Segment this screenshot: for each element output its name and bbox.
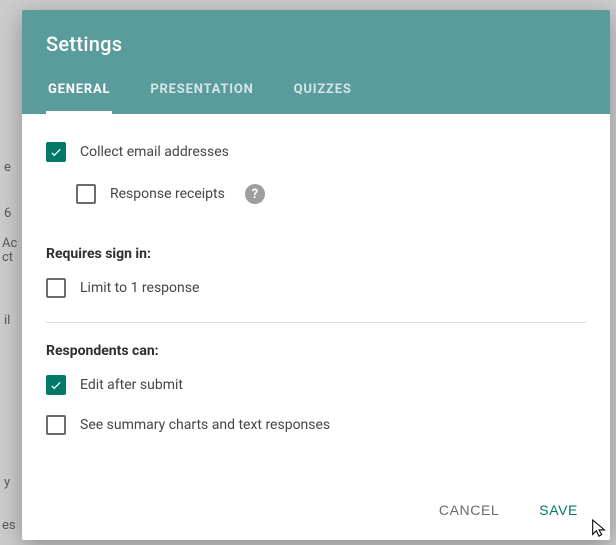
tab-bar: GENERAL PRESENTATION QUIZZES [46, 82, 586, 114]
dialog-header: Settings GENERAL PRESENTATION QUIZZES [22, 10, 610, 114]
settings-dialog: Settings GENERAL PRESENTATION QUIZZES Co… [22, 10, 610, 540]
cancel-button[interactable]: CANCEL [433, 494, 505, 526]
help-icon[interactable]: ? [245, 184, 265, 204]
dialog-body: Collect email addresses Response receipt… [22, 114, 610, 484]
checkbox-see-summary[interactable] [46, 415, 66, 435]
option-response-receipts[interactable]: Response receipts ? [76, 178, 586, 210]
option-label: Edit after submit [80, 377, 183, 393]
dialog-title: Settings [46, 32, 586, 56]
checkbox-collect-email[interactable] [46, 142, 66, 162]
dialog-footer: CANCEL SAVE [22, 484, 610, 540]
save-button[interactable]: SAVE [533, 494, 584, 526]
check-icon [49, 378, 63, 392]
option-limit-one[interactable]: Limit to 1 response [46, 272, 586, 304]
tab-general[interactable]: GENERAL [46, 82, 112, 114]
option-label: See summary charts and text responses [80, 417, 330, 433]
option-see-summary[interactable]: See summary charts and text responses [46, 409, 586, 441]
option-label: Limit to 1 response [80, 280, 199, 296]
section-respondents-can: Respondents can: [46, 343, 586, 359]
option-collect-email[interactable]: Collect email addresses [46, 136, 586, 168]
tab-quizzes[interactable]: QUIZZES [292, 82, 354, 114]
checkbox-limit-one[interactable] [46, 278, 66, 298]
option-edit-after-submit[interactable]: Edit after submit [46, 369, 586, 401]
check-icon [49, 145, 63, 159]
section-requires-signin: Requires sign in: [46, 246, 586, 262]
option-label: Response receipts [110, 186, 225, 202]
checkbox-edit-after-submit[interactable] [46, 375, 66, 395]
option-label: Collect email addresses [80, 144, 229, 160]
tab-presentation[interactable]: PRESENTATION [148, 82, 255, 114]
divider [46, 322, 586, 323]
checkbox-response-receipts[interactable] [76, 184, 96, 204]
